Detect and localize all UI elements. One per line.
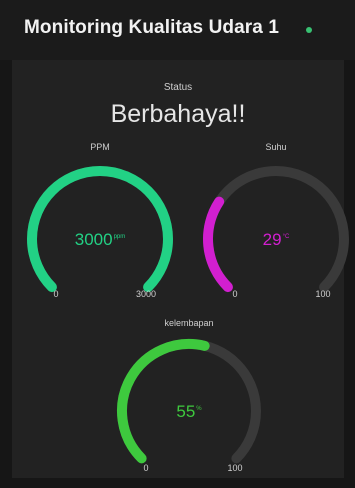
gauge-suhu-max: 100 <box>315 289 331 299</box>
gauge-suhu-value: 29 <box>262 230 282 249</box>
gauge-kelembapan-value: 55 <box>176 402 196 421</box>
header-bar: Monitoring Kualitas Udara 1 <box>0 0 355 60</box>
status-value: Berbahaya!! <box>110 100 246 128</box>
gauge-ppm-unit: ppm <box>113 234 126 240</box>
gauge-suhu-min: 0 <box>232 289 238 299</box>
gauge-ppm-dial <box>27 166 173 293</box>
gauge-ppm-value: 3000 <box>74 230 113 249</box>
gauge-kelembapan: kelembapan 55% 0 100 <box>109 318 269 488</box>
gauge-suhu: Suhu 29°C 0 100 <box>196 142 355 312</box>
gauge-kelembapan-min: 0 <box>143 463 149 473</box>
gauge-ppm: PPM 3000ppm 0 3000 <box>20 142 180 312</box>
gauge-kelembapan-max: 100 <box>227 463 243 473</box>
gauge-kelembapan-dial <box>116 339 261 464</box>
gauge-suhu-unit: °C <box>282 234 290 240</box>
status-label: Status <box>163 82 193 93</box>
gauge-ppm-value-wrap: 3000ppm <box>20 230 180 250</box>
gauge-suhu-value-wrap: 29°C <box>196 230 355 250</box>
gauge-kelembapan-value-wrap: 55% <box>109 402 269 422</box>
gauge-suhu-dial <box>203 166 349 293</box>
online-status-dot <box>306 27 312 33</box>
gauge-ppm-min: 0 <box>53 289 59 299</box>
page-title: Monitoring Kualitas Udara 1 <box>24 17 280 38</box>
gauge-kelembapan-unit: % <box>196 406 202 412</box>
gauge-ppm-max: 3000 <box>135 289 157 299</box>
